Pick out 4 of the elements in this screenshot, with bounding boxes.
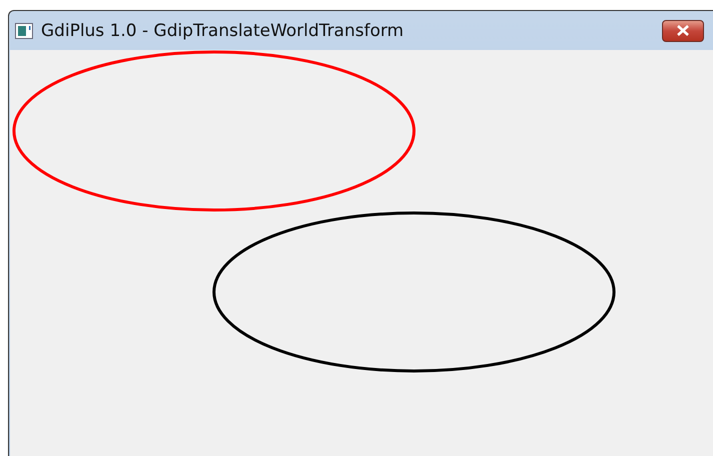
close-icon (676, 25, 690, 36)
window-title: GdiPlus 1.0 - GdipTranslateWorldTransform (41, 20, 405, 40)
close-button[interactable] (662, 20, 704, 42)
app-icon (15, 22, 33, 38)
